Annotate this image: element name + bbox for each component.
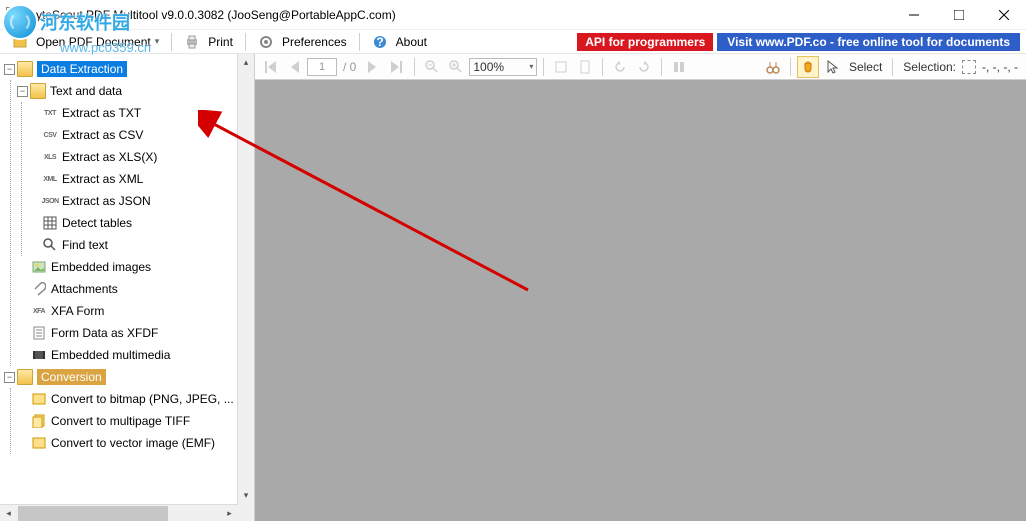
api-link[interactable]: API for programmers bbox=[577, 33, 713, 51]
collapse-icon[interactable]: − bbox=[4, 64, 15, 75]
tree-conversion[interactable]: Conversion bbox=[37, 369, 106, 385]
close-button[interactable] bbox=[981, 0, 1026, 30]
gear-icon bbox=[258, 34, 274, 50]
watermark-text: 河东软件园 bbox=[40, 9, 130, 35]
pdfco-link[interactable]: Visit www.PDF.co - free online tool for … bbox=[717, 33, 1020, 51]
search-icon bbox=[42, 237, 58, 253]
tree-extract-csv[interactable]: Extract as CSV bbox=[62, 128, 143, 142]
sidebar: − Data Extraction − Text and data bbox=[0, 54, 255, 521]
menubar: Open PDF Document ▾ Print Preferences ? … bbox=[0, 30, 1026, 54]
about-button[interactable]: ? About bbox=[366, 32, 433, 52]
prev-page-button[interactable] bbox=[283, 56, 305, 78]
scroll-thumb[interactable] bbox=[18, 506, 168, 521]
zoom-in-button[interactable] bbox=[445, 56, 467, 78]
separator bbox=[171, 33, 172, 51]
separator bbox=[245, 33, 246, 51]
table-icon bbox=[42, 215, 58, 231]
xls-icon: XLS bbox=[42, 149, 58, 165]
tree-data-extraction[interactable]: Data Extraction bbox=[37, 61, 127, 77]
scroll-right-icon[interactable]: ▸ bbox=[221, 508, 238, 519]
cursor-button[interactable] bbox=[821, 56, 843, 78]
folder-icon bbox=[30, 83, 46, 99]
print-button[interactable]: Print bbox=[178, 32, 239, 52]
viewer-toolbar: / 0 100%▾ Select Selection: -, -, -, bbox=[255, 54, 1026, 80]
svg-text:?: ? bbox=[376, 35, 383, 49]
selection-label: Selection: bbox=[899, 60, 960, 74]
document-canvas[interactable] bbox=[255, 80, 1026, 521]
tree-form-data[interactable]: Form Data as XFDF bbox=[51, 326, 158, 340]
zoom-out-button[interactable] bbox=[421, 56, 443, 78]
window-title: ByteScout PDF Multitool v9.0.0.3082 (Joo… bbox=[28, 8, 891, 22]
selection-value: -, -, -, - bbox=[978, 60, 1022, 74]
titlebar: ByteScout PDF Multitool v9.0.0.3082 (Joo… bbox=[0, 0, 1026, 30]
chevron-down-icon: ▾ bbox=[529, 62, 533, 71]
tree-detect-tables[interactable]: Detect tables bbox=[62, 216, 132, 230]
maximize-button[interactable] bbox=[936, 0, 981, 30]
tree: − Data Extraction − Text and data bbox=[0, 54, 237, 521]
scroll-left-icon[interactable]: ◂ bbox=[0, 508, 17, 519]
form-icon bbox=[31, 325, 47, 341]
info-icon: ? bbox=[372, 34, 388, 50]
collapse-icon[interactable]: − bbox=[17, 86, 28, 97]
tree-conv-bitmap[interactable]: Convert to bitmap (PNG, JPEG, ... bbox=[51, 392, 234, 406]
json-icon: JSON bbox=[42, 193, 58, 209]
rotate-right-button[interactable] bbox=[633, 56, 655, 78]
vector-icon bbox=[31, 435, 47, 451]
page-total: / 0 bbox=[339, 60, 360, 74]
scrollbar-vertical[interactable]: ▴ ▾ bbox=[237, 54, 254, 521]
rotate-left-button[interactable] bbox=[609, 56, 631, 78]
separator bbox=[359, 33, 360, 51]
xfa-icon: XFA bbox=[31, 303, 47, 319]
layout-button[interactable] bbox=[668, 56, 690, 78]
tiff-icon bbox=[31, 413, 47, 429]
tree-extract-txt[interactable]: Extract as TXT bbox=[62, 106, 141, 120]
watermark-url: www.pc0359.cn bbox=[60, 40, 151, 55]
attachment-icon bbox=[31, 281, 47, 297]
hand-tool-button[interactable] bbox=[797, 56, 819, 78]
last-page-button[interactable] bbox=[386, 56, 408, 78]
minimize-button[interactable] bbox=[891, 0, 936, 30]
folder-icon bbox=[17, 369, 33, 385]
multimedia-icon bbox=[31, 347, 47, 363]
scroll-up-icon[interactable]: ▴ bbox=[238, 54, 254, 71]
images-icon bbox=[31, 259, 47, 275]
tree-conv-tiff[interactable]: Convert to multipage TIFF bbox=[51, 414, 190, 428]
first-page-button[interactable] bbox=[259, 56, 281, 78]
txt-icon: TXT bbox=[42, 105, 58, 121]
fit-width-button[interactable] bbox=[550, 56, 572, 78]
find-button[interactable] bbox=[762, 56, 784, 78]
tree-extract-xls[interactable]: Extract as XLS(X) bbox=[62, 150, 157, 164]
watermark-logo: 河东软件园 bbox=[2, 4, 130, 40]
scroll-down-icon[interactable]: ▾ bbox=[238, 487, 254, 504]
folder-icon bbox=[17, 61, 33, 77]
tree-embedded-mm[interactable]: Embedded multimedia bbox=[51, 348, 170, 362]
bitmap-icon bbox=[31, 391, 47, 407]
tree-extract-xml[interactable]: Extract as XML bbox=[62, 172, 143, 186]
printer-icon bbox=[184, 34, 200, 50]
page-input[interactable] bbox=[307, 58, 337, 76]
scrollbar-horizontal[interactable]: ◂ ▸ bbox=[0, 504, 238, 521]
chevron-down-icon: ▾ bbox=[155, 36, 160, 47]
collapse-icon[interactable]: − bbox=[4, 372, 15, 383]
zoom-select[interactable]: 100%▾ bbox=[469, 58, 537, 76]
tree-attachments[interactable]: Attachments bbox=[51, 282, 118, 296]
tree-embedded-images[interactable]: Embedded images bbox=[51, 260, 151, 274]
tree-text-and-data[interactable]: Text and data bbox=[50, 84, 122, 98]
preferences-button[interactable]: Preferences bbox=[252, 32, 353, 52]
tree-find-text[interactable]: Find text bbox=[62, 238, 108, 252]
next-page-button[interactable] bbox=[362, 56, 384, 78]
tree-xfa-form[interactable]: XFA Form bbox=[51, 304, 104, 318]
globe-icon bbox=[2, 4, 38, 40]
selection-icon bbox=[962, 60, 976, 74]
viewer: / 0 100%▾ Select Selection: -, -, -, bbox=[255, 54, 1026, 521]
tree-conv-vector[interactable]: Convert to vector image (EMF) bbox=[51, 436, 215, 450]
xml-icon: XML bbox=[42, 171, 58, 187]
tree-extract-json[interactable]: Extract as JSON bbox=[62, 194, 151, 208]
csv-icon: CSV bbox=[42, 127, 58, 143]
fit-page-button[interactable] bbox=[574, 56, 596, 78]
select-label[interactable]: Select bbox=[845, 60, 886, 74]
